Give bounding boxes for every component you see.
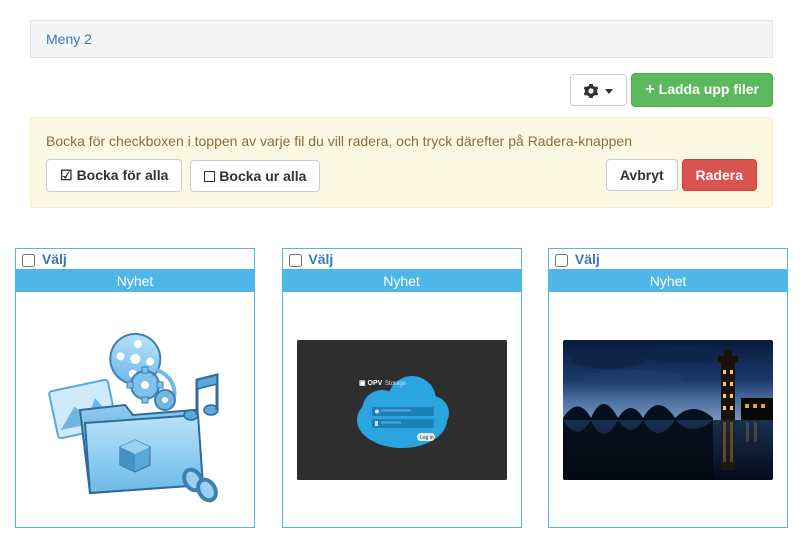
card-tag: Nyhet xyxy=(16,270,254,292)
bulk-select-buttons: ☑Bocka för alla Bocka ur alla xyxy=(46,159,324,192)
delete-instructions-panel: Bocka för checkboxen i toppen av varje f… xyxy=(30,117,773,208)
file-card: Välj Nyhet xyxy=(548,248,788,528)
select-file-checkbox[interactable] xyxy=(22,254,35,267)
gear-icon xyxy=(584,82,602,98)
cancel-button[interactable]: Avbryt xyxy=(606,159,678,191)
uncheck-all-label: Bocka ur alla xyxy=(219,168,306,184)
select-text: Välj xyxy=(575,251,600,267)
file-card: Välj Nyhet ▣ OPV Storage xyxy=(282,248,522,528)
chevron-down-icon xyxy=(605,89,613,94)
delete-instructions-text: Bocka för checkboxen i toppen av varje f… xyxy=(46,133,757,149)
select-file-checkbox[interactable] xyxy=(289,254,302,267)
card-thumbnail[interactable]: ▣ OPV Storage Log in xyxy=(283,292,521,527)
card-tag: Nyhet xyxy=(283,270,521,292)
select-file-label[interactable]: Välj xyxy=(22,251,67,267)
card-header: Välj xyxy=(283,249,521,270)
upload-label: Ladda upp filer xyxy=(659,81,759,97)
card-tag: Nyhet xyxy=(549,270,787,292)
settings-button[interactable] xyxy=(570,74,628,106)
empty-box-icon xyxy=(204,171,215,182)
upload-button[interactable]: + Ladda upp filer xyxy=(631,73,773,107)
menu-link-2[interactable]: Meny 2 xyxy=(46,31,92,47)
select-text: Välj xyxy=(42,251,67,267)
login-screenshot-icon: ▣ OPV Storage Log in xyxy=(297,340,507,480)
file-card: Välj Nyhet xyxy=(15,248,255,528)
card-thumbnail[interactable] xyxy=(16,292,254,527)
plus-icon: + xyxy=(645,81,654,98)
menu-bar: Meny 2 xyxy=(30,20,773,58)
select-file-checkbox[interactable] xyxy=(555,254,568,267)
check-all-label: Bocka för alla xyxy=(77,167,169,183)
card-thumbnail[interactable] xyxy=(549,292,787,527)
uncheck-all-button[interactable]: Bocka ur alla xyxy=(190,160,320,192)
svg-text:Log in: Log in xyxy=(420,435,434,441)
action-buttons: Avbryt Radera xyxy=(606,159,757,191)
card-header: Välj xyxy=(549,249,787,270)
select-file-label[interactable]: Välj xyxy=(289,251,334,267)
check-all-button[interactable]: ☑Bocka för alla xyxy=(46,159,182,192)
media-folder-icon xyxy=(35,315,235,505)
toolbar: + Ladda upp filer xyxy=(30,73,773,107)
select-file-label[interactable]: Välj xyxy=(555,251,600,267)
card-header: Välj xyxy=(16,249,254,270)
svg-text:▣ OPV: ▣ OPV xyxy=(359,380,383,387)
night-photo-icon xyxy=(563,340,773,480)
delete-button[interactable]: Radera xyxy=(682,159,757,191)
select-text: Välj xyxy=(308,251,333,267)
svg-text:Storage: Storage xyxy=(385,381,407,387)
checked-box-icon: ☑ xyxy=(60,167,73,183)
file-cards: Välj Nyhet xyxy=(15,248,788,528)
